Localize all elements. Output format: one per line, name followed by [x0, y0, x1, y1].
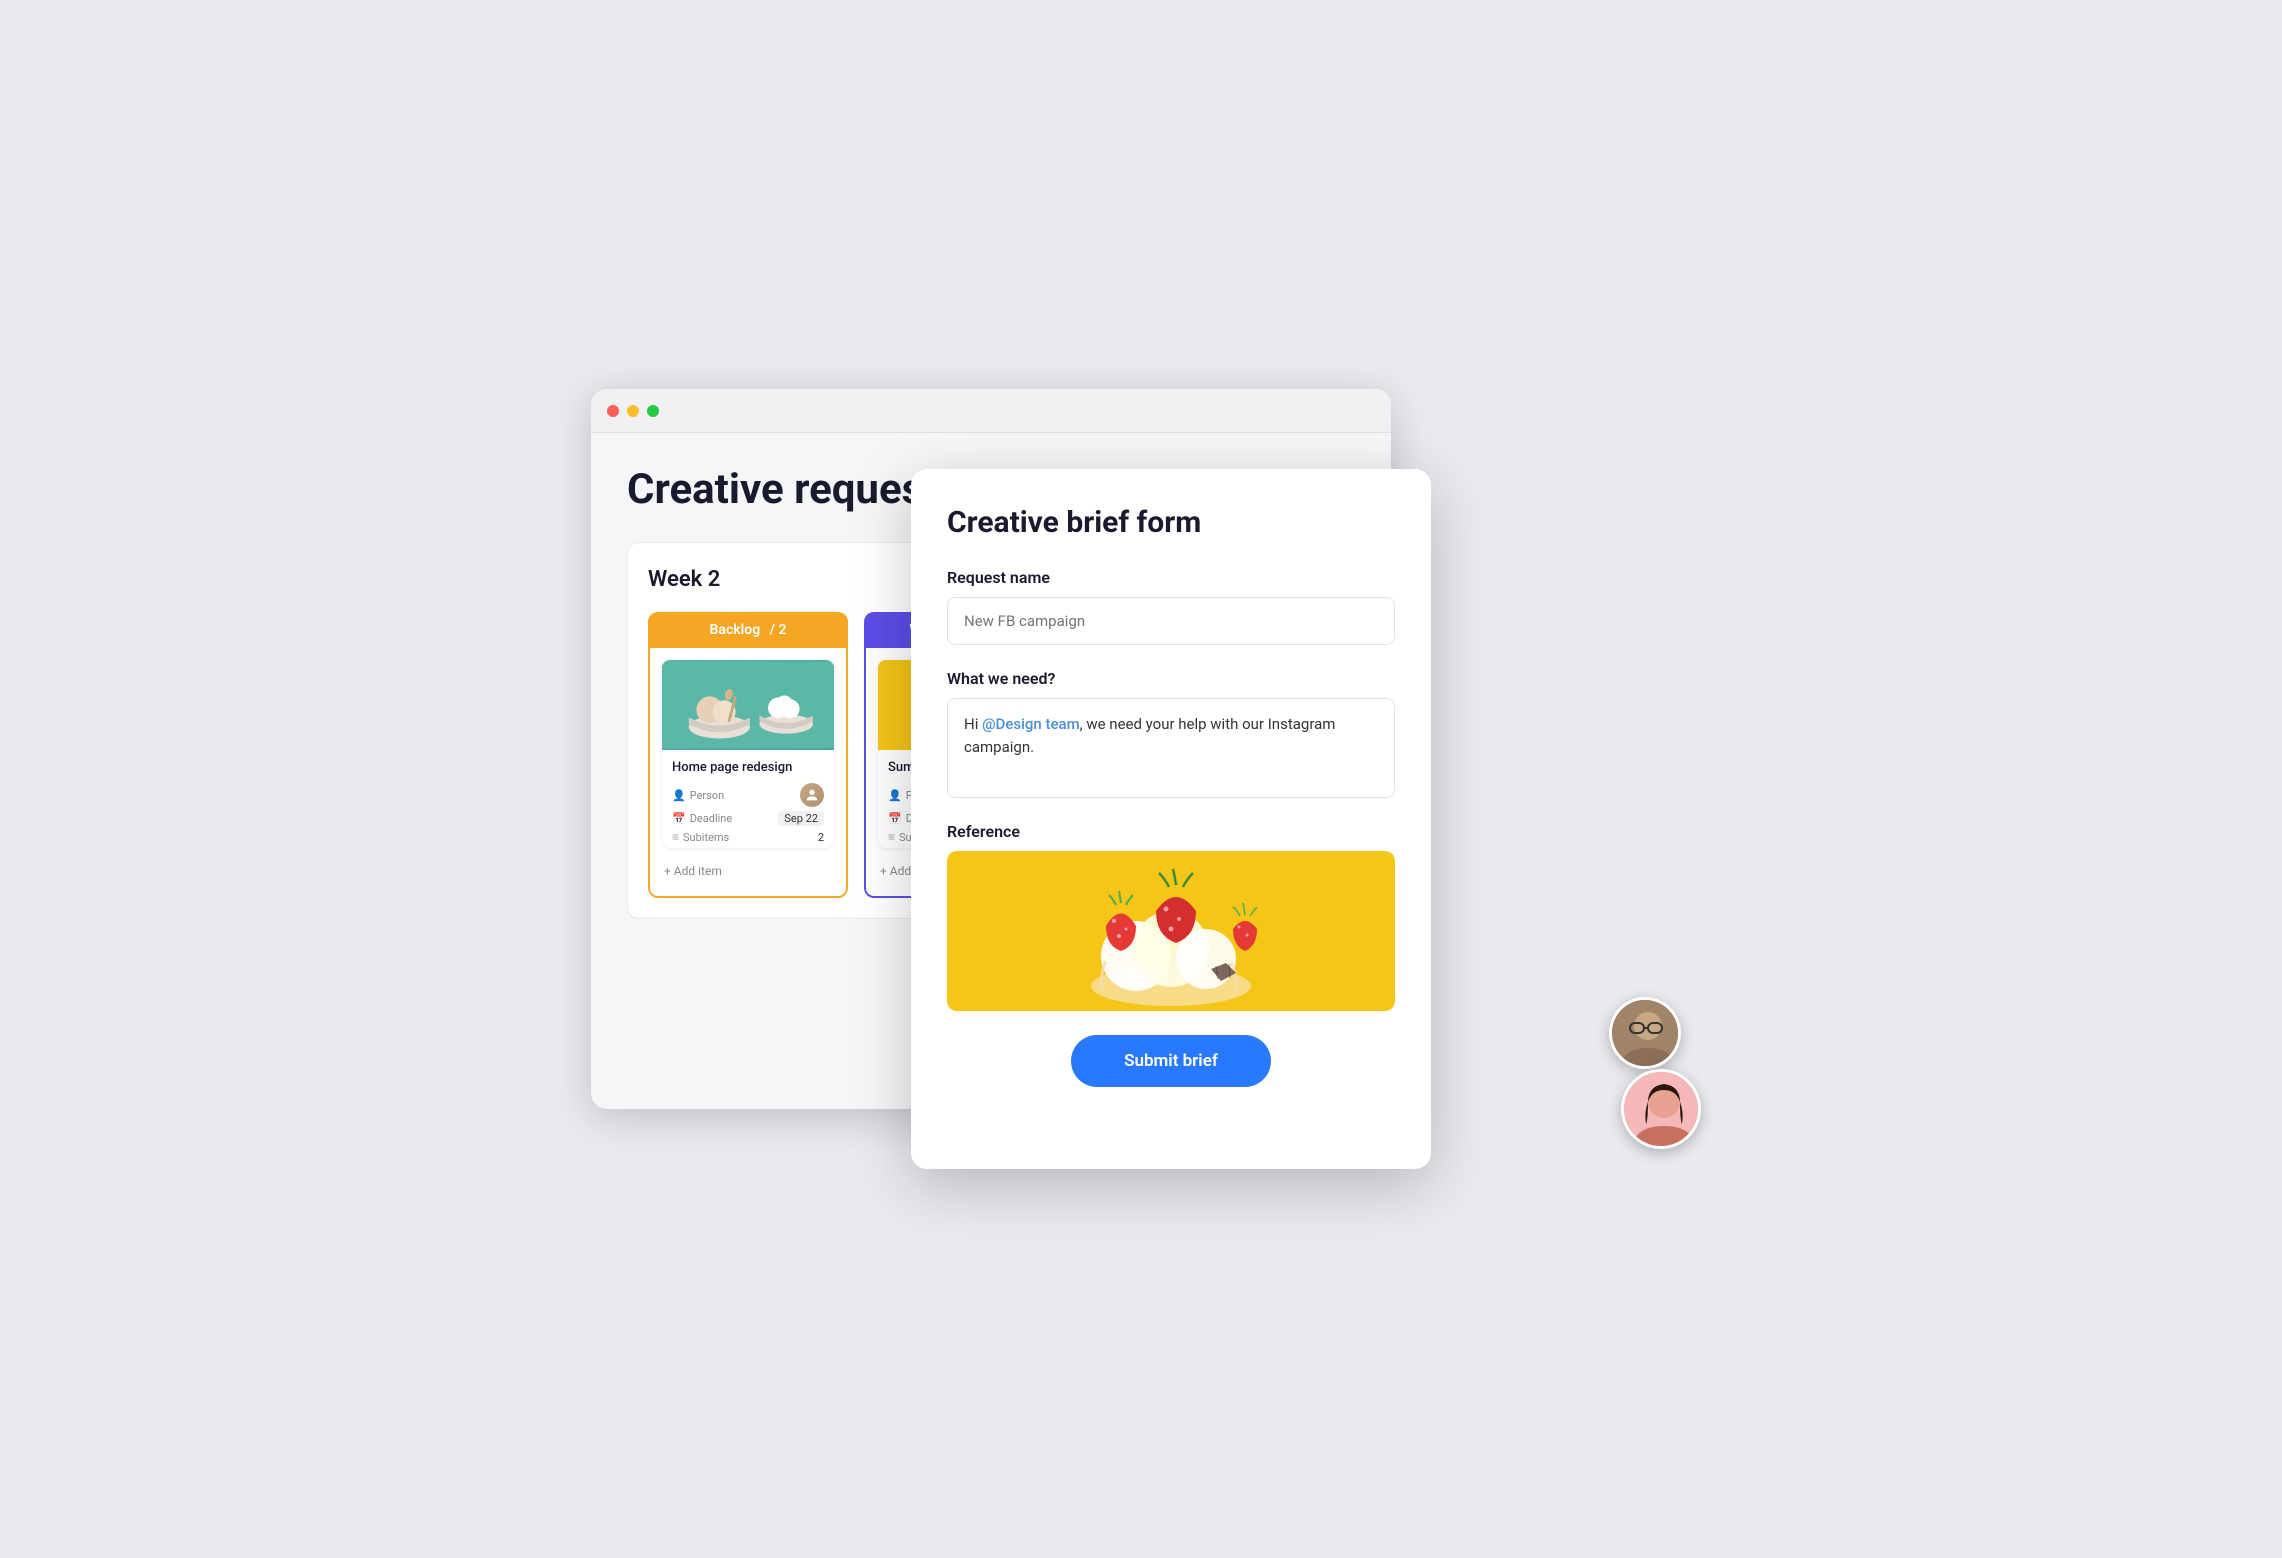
reference-field: Reference — [947, 822, 1395, 1011]
what-we-need-textarea[interactable]: Hi @Design team, we need your help with … — [947, 698, 1395, 798]
titlebar — [591, 389, 1391, 433]
minimize-dot[interactable] — [627, 405, 639, 417]
deadline-value-1: Sep 22 — [778, 811, 824, 826]
add-item-backlog[interactable]: + Add item — [662, 858, 834, 884]
reference-label: Reference — [947, 822, 1395, 841]
meta-deadline-1: 📅 Deadline Sep 22 — [672, 811, 824, 826]
calendar-icon-1: 📅 — [672, 812, 686, 825]
meta-subitems-1: ≡ Subitems 2 — [672, 830, 824, 844]
what-we-need-mention: @Design team — [982, 715, 1080, 733]
submit-button[interactable]: Submit brief — [1071, 1035, 1271, 1087]
list-icon-2: ≡ — [888, 830, 895, 844]
what-we-need-text-before: Hi — [964, 715, 982, 733]
what-we-need-field: What we need? Hi @Design team, we need y… — [947, 669, 1395, 798]
request-name-label: Request name — [947, 568, 1395, 587]
reference-image — [947, 851, 1395, 1011]
card-title-1: Home page redesign — [672, 760, 824, 775]
card-home-redesign[interactable]: Home page redesign 👤 Person — [662, 660, 834, 848]
close-dot[interactable] — [607, 405, 619, 417]
avatar-overlay-2 — [1621, 1069, 1701, 1149]
person-label-1: Person — [690, 789, 724, 802]
col-label-backlog: Backlog — [710, 622, 761, 638]
maximize-dot[interactable] — [647, 405, 659, 417]
card-meta-1: 👤 Person — [672, 783, 824, 844]
avatar-1 — [800, 783, 824, 807]
col-count-backlog: / 2 — [766, 622, 786, 638]
col-header-backlog: Backlog / 2 — [648, 612, 848, 648]
meta-person-1: 👤 Person — [672, 783, 824, 807]
request-name-input[interactable] — [947, 597, 1395, 645]
avatar-overlay-1 — [1609, 997, 1681, 1069]
request-name-field: Request name — [947, 568, 1395, 645]
card-image-backlog — [662, 660, 834, 750]
scene: Creative requests Week 2 Backlog / 2 — [591, 389, 1691, 1169]
column-backlog: Backlog / 2 — [648, 612, 848, 898]
what-we-need-label: What we need? — [947, 669, 1395, 688]
calendar-icon-2: 📅 — [888, 812, 902, 825]
form-title: Creative brief form — [947, 505, 1395, 540]
card-body-1: Home page redesign 👤 Person — [662, 750, 834, 848]
list-icon-1: ≡ — [672, 830, 679, 844]
subitems-value-1: 2 — [818, 831, 824, 844]
person-icon-1: 👤 — [672, 789, 686, 802]
form-window: Creative brief form Request name What we… — [911, 469, 1431, 1169]
person-icon-2: 👤 — [888, 789, 902, 802]
col-body-backlog: Home page redesign 👤 Person — [648, 648, 848, 898]
